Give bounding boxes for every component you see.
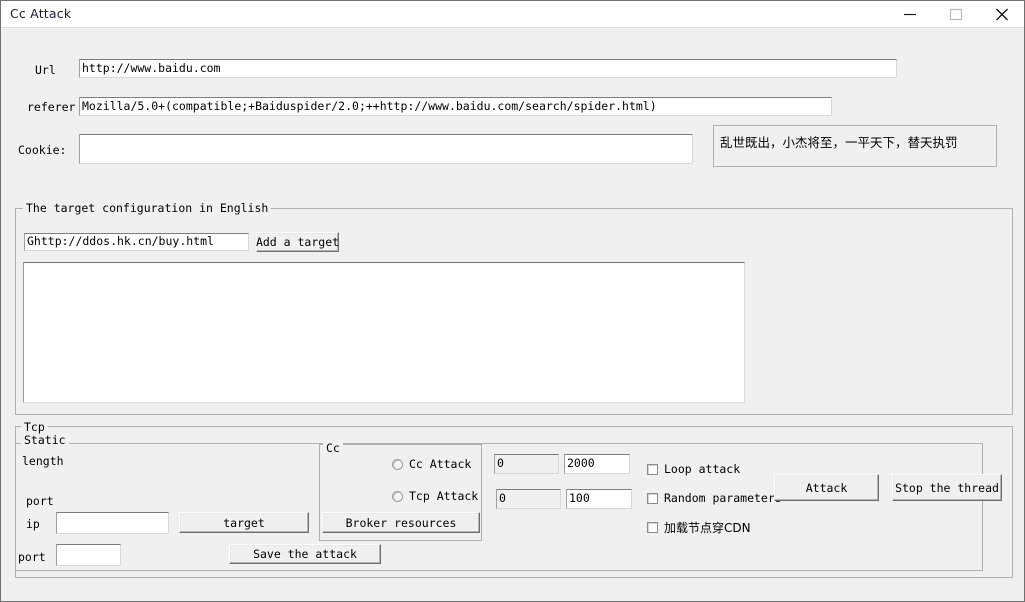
static-group-title: Static [21,434,69,446]
radio-tcp-attack[interactable]: Tcp Attack [392,489,478,503]
cookie-label: Cookie: [18,143,67,157]
radio-cc-attack-mark [392,458,403,470]
checkbox-loop-attack-mark [647,463,658,475]
target-button[interactable]: target [179,512,309,533]
url-label: Url [35,63,56,77]
minimize-icon [904,13,916,16]
stop-thread-button[interactable]: Stop the thread [892,474,1002,501]
checkbox-loop-attack-label: Loop attack [664,462,741,476]
target-configuration-title: The target configuration in English [23,202,272,214]
param-row2-right-input[interactable]: 100 [566,489,632,509]
radio-cc-attack[interactable]: Cc Attack [392,457,471,471]
checkbox-random-parameters-mark [647,492,658,504]
param-row1-left-input[interactable]: 0 [494,454,559,474]
target-list[interactable] [23,262,745,403]
port-label-bottom: port [18,550,46,564]
checkbox-random-parameters-label: Random parameters [664,491,782,505]
referer-label: referer [27,100,76,114]
banner-note: 乱世既出，小杰将至，一平天下，替天执罚 [713,125,997,167]
port-input[interactable] [56,544,121,566]
broker-resources-button[interactable]: Broker resources [322,512,480,533]
save-attack-button[interactable]: Save the attack [229,544,381,564]
title-bar: Cc Attack [1,1,1024,28]
maximize-icon [949,8,963,21]
attack-button[interactable]: Attack [774,474,879,501]
close-button[interactable] [979,1,1024,27]
target-url-input[interactable]: Ghttp://ddos.hk.cn/buy.html [24,233,249,251]
maximize-button[interactable] [933,1,979,27]
checkbox-loop-attack[interactable]: Loop attack [647,462,740,476]
ip-input[interactable] [56,512,169,534]
param-row2-left-input[interactable]: 0 [496,489,561,509]
cookie-input[interactable] [79,134,693,164]
radio-tcp-attack-label: Tcp Attack [409,489,479,503]
url-input[interactable]: http://www.baidu.com [79,59,897,78]
cc-group-title: Cc [323,442,343,454]
tcp-group-title: Tcp [21,421,48,433]
radio-cc-attack-label: Cc Attack [409,457,472,471]
param-row1-right-input[interactable]: 2000 [564,454,630,474]
minimize-button[interactable] [887,1,933,27]
ip-label: ip [26,517,40,531]
cc-attack-window: Cc Attack Url http://www.baidu.com refer… [0,0,1025,602]
radio-tcp-attack-mark [392,490,403,502]
window-title: Cc Attack [10,6,72,21]
length-label: length [22,454,64,468]
checkbox-cdn-node-mark [647,522,658,533]
checkbox-cdn-node[interactable]: 加载节点穿CDN [647,519,751,536]
close-icon [996,8,1008,21]
checkbox-cdn-node-label: 加载节点穿CDN [664,521,751,535]
checkbox-random-parameters[interactable]: Random parameters [647,491,782,505]
referer-input[interactable]: Mozilla/5.0+(compatible;+Baiduspider/2.0… [79,97,832,116]
add-target-button[interactable]: Add a target [256,232,339,252]
port-label-top: port [26,494,54,508]
